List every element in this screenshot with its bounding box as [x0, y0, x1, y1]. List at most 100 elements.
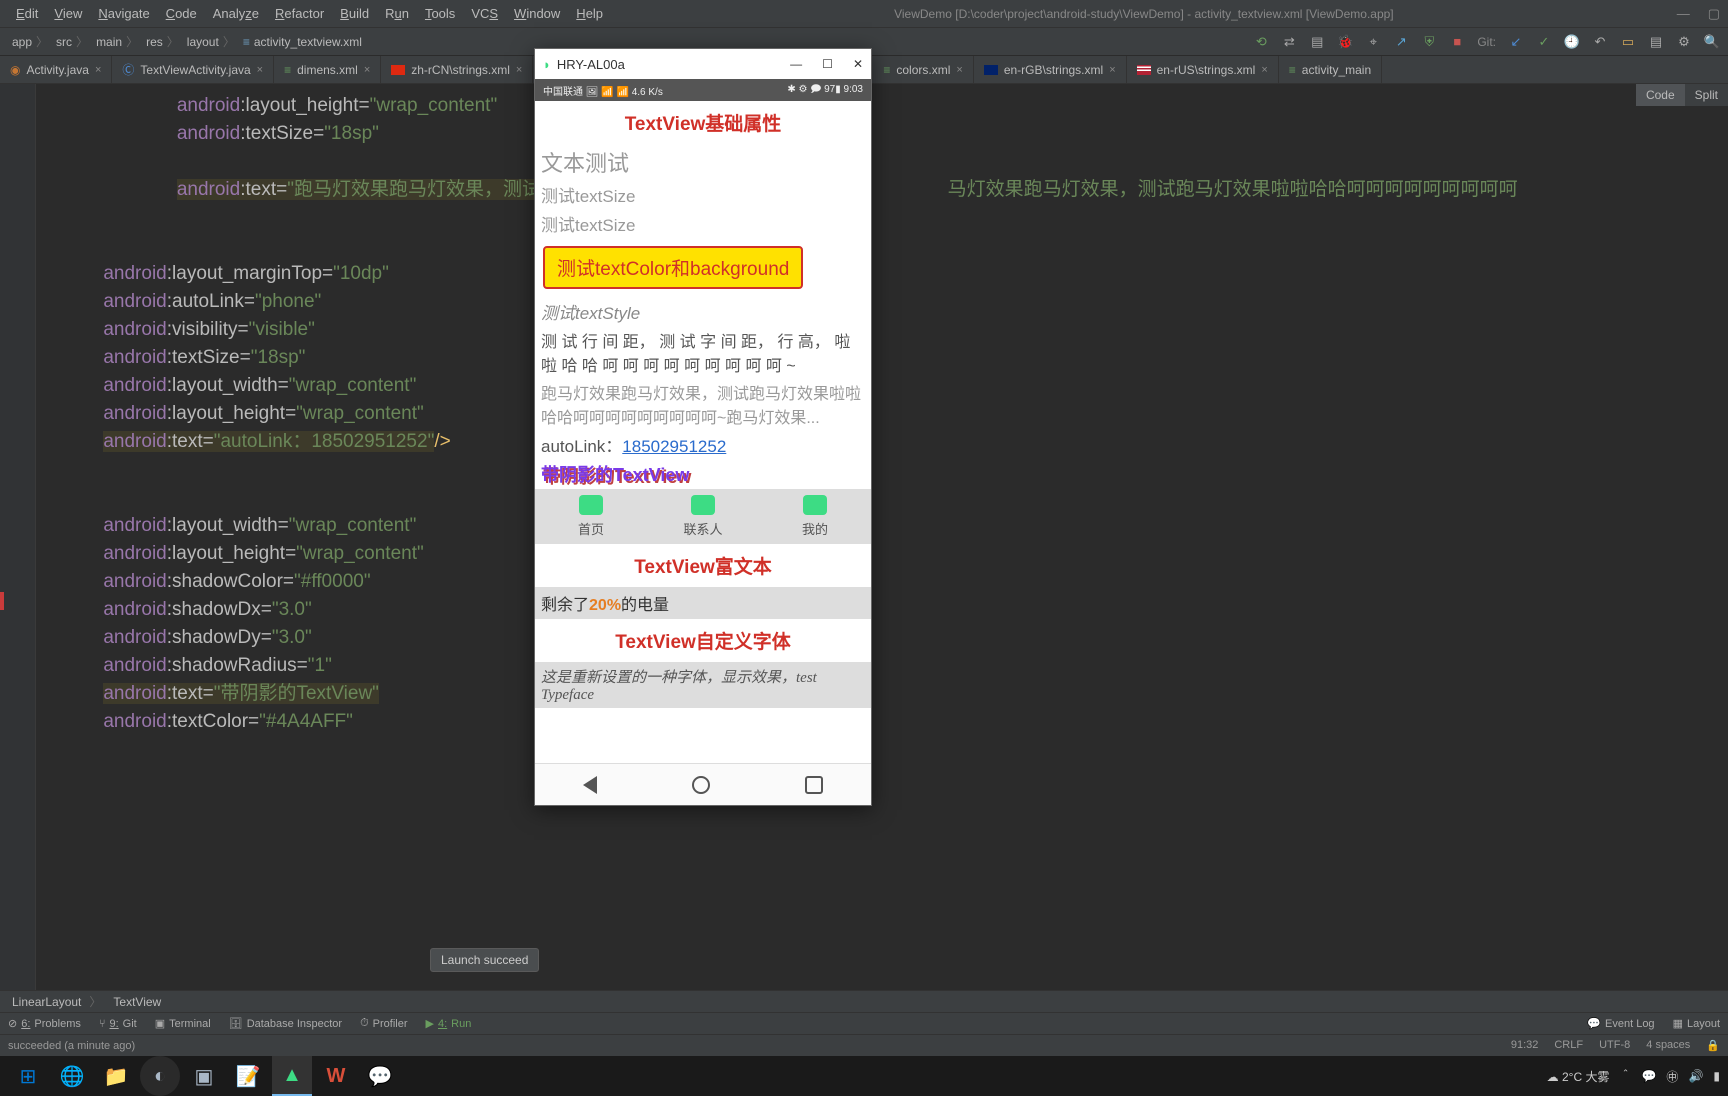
crumb-main[interactable]: main	[92, 33, 142, 50]
line-separator[interactable]: CRLF	[1554, 1039, 1583, 1052]
tray-chevron-icon[interactable]: ＾	[1619, 1068, 1631, 1085]
menu-build[interactable]: Build	[332, 6, 377, 21]
recents-icon[interactable]	[805, 776, 823, 794]
emulator-close-icon[interactable]: ✕	[853, 57, 863, 71]
git-history-icon[interactable]: 🕘	[1564, 34, 1580, 50]
tab-textviewactivity[interactable]: ⒸTextViewActivity.java×	[112, 56, 274, 83]
close-icon[interactable]: ×	[95, 64, 101, 76]
emulator-titlebar[interactable]: ◗HRY-AL00a — ☐ ✕	[535, 49, 871, 79]
crumb-layout[interactable]: layout	[183, 33, 239, 50]
caret-position[interactable]: 91:32	[1511, 1039, 1539, 1052]
tool-eventlog[interactable]: 💬 Event Log	[1587, 1017, 1654, 1030]
phone-link[interactable]: 18502951252	[622, 437, 726, 456]
tool-profiler[interactable]: ⏱ Profiler	[360, 1017, 407, 1030]
emulator-maximize-icon[interactable]: ☐	[822, 57, 833, 71]
crumb-linearlayout[interactable]: LinearLayout	[12, 993, 101, 1010]
folder-icon[interactable]: ▭	[1620, 34, 1636, 50]
menu-tools[interactable]: Tools	[417, 6, 463, 21]
close-icon[interactable]: ×	[1261, 64, 1267, 76]
menu-code[interactable]: Code	[158, 6, 205, 21]
crumb-textview[interactable]: TextView	[113, 995, 161, 1009]
tool-git[interactable]: ⑂ 9: Git	[99, 1018, 137, 1030]
emulator-window: ◗HRY-AL00a — ☐ ✕ 中国联通 🖼 📶 📶 4.6 K/s ✱ ⚙ …	[534, 48, 872, 806]
menu-analyze[interactable]: Analyze	[205, 6, 267, 21]
start-icon[interactable]: ⊞	[8, 1056, 48, 1096]
settings-icon[interactable]: ⚙	[1676, 34, 1692, 50]
crumb-app[interactable]: app	[8, 33, 52, 50]
crumb-res[interactable]: res	[142, 33, 183, 50]
make-icon[interactable]: ⟲	[1253, 34, 1269, 50]
menu-edit[interactable]: Edit	[8, 6, 46, 21]
sync-icon[interactable]: ⇄	[1281, 34, 1297, 50]
crumb-file[interactable]: ≡activity_textview.xml	[239, 35, 366, 49]
home-icon[interactable]	[692, 776, 710, 794]
ime-icon[interactable]: ㊥	[1666, 1068, 1678, 1085]
coverage-icon[interactable]: ⛨	[1421, 34, 1437, 50]
device-screen[interactable]: TextView基础属性 文本测试 测试textSize 测试textSize …	[535, 101, 871, 763]
menu-help[interactable]: Help	[568, 6, 611, 21]
close-icon[interactable]: ×	[364, 64, 370, 76]
close-icon[interactable]: ×	[516, 64, 522, 76]
explorer-icon[interactable]: 📁	[96, 1056, 136, 1096]
close-icon[interactable]: ×	[1109, 64, 1115, 76]
search-icon[interactable]: 🔍	[1704, 34, 1720, 50]
tab-gb-strings[interactable]: en-rGB\strings.xml×	[974, 56, 1127, 83]
text-test: 文本测试	[535, 144, 871, 180]
chrome-icon[interactable]: 🌐	[52, 1056, 92, 1096]
menu-view[interactable]: View	[46, 6, 90, 21]
git-commit-icon[interactable]: ✓	[1536, 34, 1552, 50]
tab-dimens[interactable]: ≡dimens.xml×	[274, 56, 381, 83]
git-update-icon[interactable]: ↙	[1508, 34, 1524, 50]
tab-home[interactable]: 首页	[535, 495, 647, 538]
tab-zh-strings[interactable]: zh-rCN\strings.xml×	[381, 56, 533, 83]
weather-widget[interactable]: ☁ 2°C 大雾	[1547, 1068, 1610, 1085]
emulator-minimize-icon[interactable]: —	[790, 57, 802, 71]
wechat-icon[interactable]: 💬	[360, 1056, 400, 1096]
maximize-icon[interactable]: ▢	[1708, 6, 1720, 22]
encoding[interactable]: UTF-8	[1599, 1039, 1630, 1052]
git-revert-icon[interactable]: ↶	[1592, 34, 1608, 50]
lock-icon[interactable]: 🔒	[1706, 1039, 1720, 1052]
tool-layout[interactable]: ▦ Layout	[1673, 1017, 1720, 1030]
menu-run[interactable]: Run	[377, 6, 417, 21]
notepad-icon[interactable]: 📝	[228, 1056, 268, 1096]
menu-refactor[interactable]: Refactor	[267, 6, 332, 21]
tool-terminal[interactable]: ▣ Terminal	[155, 1017, 211, 1030]
battery-icon[interactable]: ▮	[1713, 1069, 1720, 1083]
avd-icon[interactable]: ▤	[1309, 34, 1325, 50]
crumb-src[interactable]: src	[52, 33, 92, 50]
debug-icon[interactable]: 🐞	[1337, 34, 1353, 50]
tab-activity-java[interactable]: ◉Activity.java×	[0, 56, 112, 83]
close-icon[interactable]: ×	[257, 64, 263, 76]
profiler-icon[interactable]: ↗	[1393, 34, 1409, 50]
tab-me[interactable]: 我的	[759, 495, 871, 538]
back-icon[interactable]	[583, 776, 597, 794]
test-textsize-1: 测试textSize	[535, 180, 871, 209]
wps-icon[interactable]: W	[316, 1056, 356, 1096]
code-view-button[interactable]: Code	[1636, 84, 1685, 106]
minimize-icon[interactable]: —	[1677, 6, 1690, 22]
tab-contacts[interactable]: 联系人	[647, 495, 759, 538]
tab-activity-main[interactable]: ≡activity_main	[1279, 56, 1382, 83]
indent[interactable]: 4 spaces	[1646, 1039, 1690, 1052]
tab-us-strings[interactable]: en-rUS\strings.xml×	[1127, 56, 1279, 83]
launch-tooltip: Launch succeed	[430, 948, 539, 972]
attach-icon[interactable]: ⌖	[1365, 34, 1381, 50]
split-view-button[interactable]: Split	[1685, 84, 1728, 106]
wechat-tray-icon[interactable]: 💬	[1641, 1069, 1656, 1083]
tool-problems[interactable]: ⊘ 6: Problems	[8, 1017, 81, 1030]
tab-colors[interactable]: ≡colors.xml×	[873, 56, 973, 83]
app-icon[interactable]: ◐	[140, 1056, 180, 1096]
volume-icon[interactable]: 🔊	[1688, 1069, 1703, 1083]
open-icon[interactable]: ▤	[1648, 34, 1664, 50]
menu-navigate[interactable]: Navigate	[90, 6, 157, 21]
stop-icon[interactable]: ■	[1449, 34, 1465, 50]
android-studio-icon[interactable]: ▲	[272, 1056, 312, 1096]
terminal-icon[interactable]: ▣	[184, 1056, 224, 1096]
tool-run[interactable]: ▶ 4: Run	[426, 1017, 472, 1030]
menu-window[interactable]: Window	[506, 6, 568, 21]
close-icon[interactable]: ×	[956, 64, 962, 76]
menu-vcs[interactable]: VCS	[463, 6, 506, 21]
section-title-rich: TextView富文本	[535, 544, 871, 587]
tool-database[interactable]: 🗄 Database Inspector	[229, 1017, 342, 1030]
